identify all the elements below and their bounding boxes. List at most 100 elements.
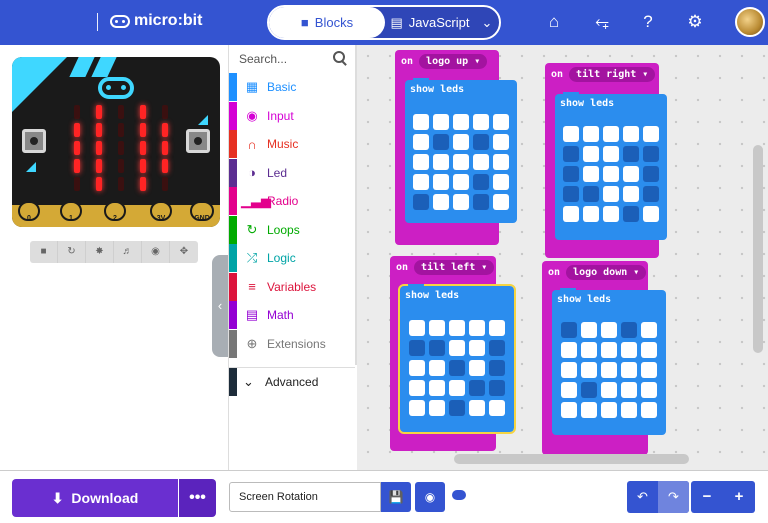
led-toggle-cell[interactable] [473, 134, 489, 150]
led-toggle-cell[interactable] [623, 206, 639, 222]
led-toggle-cell[interactable] [433, 174, 449, 190]
fullscreen-icon[interactable]: ✥ [170, 241, 198, 263]
led-toggle-cell[interactable] [623, 166, 639, 182]
download-button[interactable]: ⬇ Download [12, 479, 178, 517]
led-toggle-cell[interactable] [581, 402, 597, 418]
led-toggle-cell[interactable] [433, 194, 449, 210]
advanced-toggle[interactable]: ⌄ Advanced [229, 367, 355, 396]
led-toggle-cell[interactable] [413, 134, 429, 150]
led-toggle-cell[interactable] [449, 320, 465, 336]
led-toggle-cell[interactable] [409, 320, 425, 336]
led-toggle-cell[interactable] [581, 382, 597, 398]
led-toggle-cell[interactable] [493, 174, 509, 190]
language-dropdown[interactable]: ⌄ [475, 15, 499, 31]
led-toggle-cell[interactable] [409, 400, 425, 416]
pin-2[interactable]: 2 [104, 201, 126, 222]
led-toggle-cell[interactable] [473, 114, 489, 130]
led-toggle-cell[interactable] [581, 342, 597, 358]
led-toggle-cell[interactable] [493, 154, 509, 170]
led-toggle-cell[interactable] [581, 362, 597, 378]
save-icon[interactable]: 💾 [381, 482, 411, 512]
toolbox-category-input[interactable]: ◉ Input [229, 101, 355, 130]
led-toggle-cell[interactable] [583, 146, 599, 162]
led-toggle-cell[interactable] [429, 320, 445, 336]
led-toggle-cell[interactable] [641, 362, 657, 378]
led-toggle-cell[interactable] [623, 126, 639, 142]
led-toggle-cell[interactable] [469, 360, 485, 376]
led-toggle-cell[interactable] [603, 166, 619, 182]
led-toggle-cell[interactable] [473, 154, 489, 170]
event-block-logo-up[interactable]: on logo up ▾ show leds [395, 50, 517, 245]
event-block-tilt-left[interactable]: on tilt left ▾ show leds [390, 256, 516, 451]
led-toggle-cell[interactable] [561, 362, 577, 378]
led-toggle-cell[interactable] [409, 360, 425, 376]
led-toggle-cell[interactable] [623, 146, 639, 162]
led-toggle-cell[interactable] [563, 146, 579, 162]
led-toggle-cell[interactable] [413, 114, 429, 130]
button-b[interactable] [186, 129, 210, 153]
led-toggle-cell[interactable] [643, 186, 659, 202]
toolbox-category-math[interactable]: ▤ Math [229, 301, 355, 329]
led-toggle-cell[interactable] [453, 174, 469, 190]
led-toggle-cell[interactable] [641, 322, 657, 338]
led-toggle-cell[interactable] [449, 400, 465, 416]
home-icon[interactable]: ⌂ [543, 11, 565, 33]
screenshot-icon[interactable]: ◉ [142, 241, 170, 263]
led-toggle-cell[interactable] [583, 126, 599, 142]
led-toggle-cell[interactable] [449, 340, 465, 356]
toolbox-category-music[interactable]: ∩ Music [229, 130, 355, 158]
led-toggle-cell[interactable] [601, 342, 617, 358]
led-toggle-cell[interactable] [473, 174, 489, 190]
led-toggle-cell[interactable] [601, 322, 617, 338]
led-toggle-cell[interactable] [621, 342, 637, 358]
microbit-brand[interactable]: micro:bit [110, 12, 202, 30]
toolbox-category-led[interactable]: ◑ Led [229, 158, 355, 187]
toolbox-category-logic[interactable]: ⤮ Logic [229, 244, 355, 272]
tab-blocks[interactable]: ■ Blocks [269, 7, 385, 38]
led-toggle-cell[interactable] [621, 402, 637, 418]
collapse-simulator-button[interactable]: ‹ [212, 255, 228, 357]
share-icon[interactable]: ⥆ [591, 11, 613, 33]
led-toggle-cell[interactable] [563, 126, 579, 142]
project-name-input[interactable]: Screen Rotation [229, 482, 381, 512]
cloud-icon[interactable] [452, 490, 466, 500]
toolbox-category-basic[interactable]: ▦ Basic [229, 73, 355, 101]
settings-icon[interactable]: ⚙ [684, 11, 706, 33]
led-toggle-cell[interactable] [601, 402, 617, 418]
led-toggle-cell[interactable] [409, 340, 425, 356]
led-toggle-cell[interactable] [563, 166, 579, 182]
led-toggle-cell[interactable] [429, 360, 445, 376]
led-toggle-cell[interactable] [601, 362, 617, 378]
led-toggle-cell[interactable] [493, 114, 509, 130]
led-toggle-cell[interactable] [493, 134, 509, 150]
led-toggle-cell[interactable] [621, 322, 637, 338]
led-toggle-cell[interactable] [563, 186, 579, 202]
led-toggle-cell[interactable] [433, 134, 449, 150]
tab-javascript[interactable]: ▤ JavaScript [385, 15, 475, 31]
search-icon[interactable] [333, 51, 347, 65]
led-toggle-cell[interactable] [473, 194, 489, 210]
show-leds-block[interactable]: show leds [552, 288, 666, 435]
board-logo-touch[interactable] [98, 77, 134, 99]
led-toggle-cell[interactable] [583, 206, 599, 222]
led-toggle-cell[interactable] [561, 342, 577, 358]
toolbox-category-variables[interactable]: ≡ Variables [229, 272, 355, 301]
gesture-dropdown[interactable]: logo up ▾ [419, 53, 488, 69]
toolbox-category-radio[interactable]: ▁▃▅ Radio [229, 187, 355, 215]
help-icon[interactable]: ? [637, 11, 659, 33]
led-toggle-cell[interactable] [603, 186, 619, 202]
led-toggle-cell[interactable] [469, 340, 485, 356]
more-options-button[interactable]: ••• [179, 479, 216, 517]
led-toggle-cell[interactable] [581, 322, 597, 338]
gesture-dropdown[interactable]: tilt right ▾ [569, 66, 656, 82]
led-toggle-cell[interactable] [433, 154, 449, 170]
show-leds-block[interactable]: show leds [555, 92, 667, 240]
led-toggle-cell[interactable] [453, 194, 469, 210]
led-toggle-cell[interactable] [561, 402, 577, 418]
led-toggle-cell[interactable] [409, 380, 425, 396]
led-toggle-cell[interactable] [413, 194, 429, 210]
pin-0[interactable]: 0 [18, 201, 40, 222]
redo-icon[interactable]: ↷ [658, 481, 689, 513]
blocks-workspace[interactable]: on logo up ▾ show leds on tilt right ▾ s… [357, 45, 768, 470]
led-toggle-cell[interactable] [469, 400, 485, 416]
